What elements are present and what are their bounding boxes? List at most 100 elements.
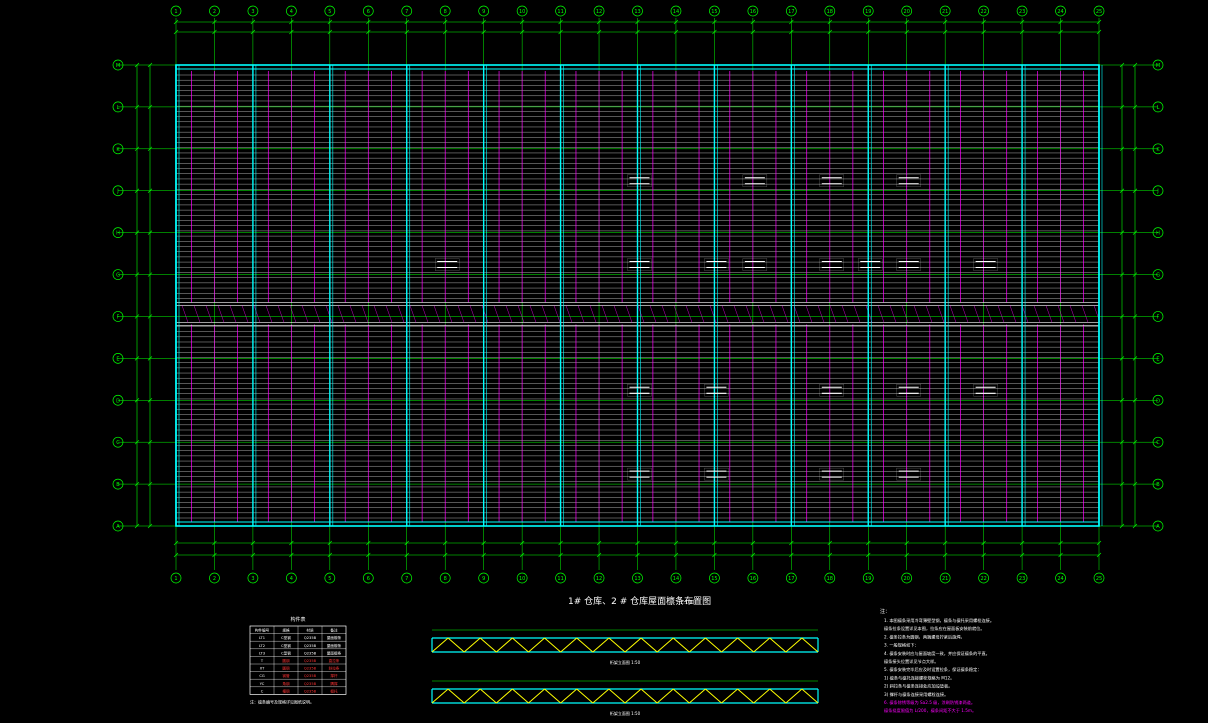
- members-table-cell: 槽钢: [282, 688, 290, 693]
- truss-web: [431, 637, 449, 653]
- row-axis-label: A: [116, 524, 120, 530]
- column-axis-label: 2: [213, 9, 216, 15]
- truss-web: [624, 637, 642, 653]
- ridge-brace: [1057, 305, 1065, 323]
- members-table-cell: 直拉条: [329, 658, 340, 663]
- ridge-brace: [889, 305, 897, 323]
- row-axis-label: B: [1156, 482, 1160, 488]
- truss-web: [479, 688, 497, 704]
- members-table-cell: LT3: [259, 651, 265, 655]
- ridge-brace: [997, 305, 1005, 323]
- brace-marker: [973, 384, 998, 397]
- members-table-header: 材质: [306, 628, 314, 633]
- truss-web: [769, 637, 787, 653]
- column-axis-label: 4: [290, 576, 293, 582]
- column-axis-label: 22: [980, 576, 986, 582]
- truss-web: [528, 688, 545, 704]
- ridge-brace: [241, 305, 249, 323]
- brace-marker: [819, 384, 844, 397]
- column-axis-label: 24: [1057, 576, 1063, 582]
- members-table-cell: 屋面檩条: [327, 635, 342, 640]
- general-notes: 注： 1. 本图檩条采用冷弯薄壁型钢，檩条与檩托采用螺栓连接。 檩条拉条设置详见本…: [880, 608, 994, 714]
- notes-heading: 注：: [880, 608, 890, 615]
- drawing-scale: 1:100: [680, 600, 695, 606]
- truss-web: [608, 688, 626, 704]
- ridge-brace: [1081, 305, 1089, 323]
- brace-marker: [742, 258, 768, 271]
- truss-web: [512, 688, 529, 704]
- row-axis-label: H: [116, 231, 120, 237]
- note-item: 1) 檩条与檩托连接螺栓规格为 M12。: [884, 674, 954, 681]
- ridge-brace: [481, 305, 489, 323]
- members-table-header: 备注: [330, 628, 338, 633]
- truss-web: [463, 637, 481, 653]
- ridge-brace: [913, 305, 921, 323]
- row-axis-label: C: [1156, 440, 1160, 446]
- ridge-brace: [469, 305, 477, 323]
- brace-marker: [627, 384, 652, 397]
- members-table-cell: 隅撑: [330, 681, 338, 686]
- members-table-cell: Q235B: [304, 667, 317, 671]
- ridge-brace: [1069, 305, 1077, 323]
- members-table-cell: C: [261, 689, 264, 693]
- column-axis-label: 23: [1019, 576, 1025, 582]
- members-table: 构件表构件编号 规格 材质 备注 LT1 C型钢 Q235B 屋面檩条 LT2 C型钢 Q235B 屋…: [249, 616, 347, 704]
- brace-marker: [896, 384, 921, 397]
- members-table-cell: Q235B: [304, 674, 317, 678]
- brace-marker: [742, 174, 768, 187]
- members-table-cell: 斜拉条: [329, 666, 340, 671]
- column-axis-label: 12: [596, 9, 602, 15]
- row-axis-label: C: [116, 440, 120, 446]
- ridge-brace: [757, 305, 765, 323]
- members-table-cell: T: [260, 659, 264, 663]
- brace-marker: [896, 467, 921, 481]
- note-item: 2) 斜拉条与檩条连接处应加设垫板。: [884, 683, 952, 690]
- members-table-cell: Q235B: [304, 689, 317, 693]
- truss-web: [753, 637, 771, 653]
- truss-web: [769, 688, 787, 704]
- ridge-brace: [1045, 305, 1053, 323]
- row-axis-label: G: [1156, 273, 1160, 279]
- ridge-brace: [337, 305, 345, 323]
- column-axis-label: 16: [750, 9, 756, 15]
- note-item: 3) 撑杆与檩条连接采用螺栓连接。: [884, 691, 948, 698]
- ridge-brace: [853, 305, 861, 323]
- members-table-cell: YC: [260, 682, 265, 686]
- column-axis-label: 19: [865, 9, 871, 15]
- members-table-cell: C型钢: [281, 650, 291, 655]
- note-item: 檩条挠度限值为 L/200，檩条间距不大于 1.5m。: [884, 707, 976, 714]
- members-table-cell: C型钢: [281, 635, 291, 640]
- column-axis-label: 23: [1019, 9, 1025, 15]
- truss-label-bottom: 桁架立面图 1:50: [610, 710, 641, 716]
- truss-web: [576, 637, 594, 653]
- column-axis-label: 3: [251, 9, 254, 15]
- column-axis-label: 19: [865, 576, 871, 582]
- ridge-brace: [517, 305, 525, 323]
- column-axis-label: 2: [213, 576, 216, 582]
- note-item: 檩条拉条设置详见本图，拉条应在屋面板安装前就位。: [884, 625, 985, 632]
- column-axis-label: 12: [596, 576, 602, 582]
- row-axis-label: F: [1157, 314, 1160, 320]
- truss-web: [672, 688, 690, 704]
- row-axis-label: G: [116, 273, 120, 279]
- ridge-brace: [673, 305, 681, 323]
- ridge-brace: [205, 305, 213, 323]
- ridge-brace: [277, 305, 285, 323]
- members-table-cell: 檩托: [330, 688, 338, 693]
- truss-web: [785, 637, 803, 653]
- note-item: 4. 檩条安装时应与屋面坡度一致，并应保证檩条的平直。: [884, 650, 990, 657]
- brace-marker: [627, 174, 652, 187]
- ridge-brace: [253, 305, 261, 323]
- column-axis-label: 9: [482, 9, 485, 15]
- ridge-brace: [637, 305, 645, 323]
- ridge-brace: [841, 305, 849, 323]
- ridge-brace: [505, 305, 513, 323]
- ridge-brace: [409, 305, 417, 323]
- row-axis-label: E: [1156, 356, 1159, 362]
- column-axis-label: 14: [673, 576, 679, 582]
- column-axis-label: 16: [750, 576, 756, 582]
- column-axis-label: 21: [942, 576, 948, 582]
- ridge-brace: [493, 305, 501, 323]
- column-axis-label: 14: [673, 9, 679, 15]
- truss-web: [479, 637, 497, 653]
